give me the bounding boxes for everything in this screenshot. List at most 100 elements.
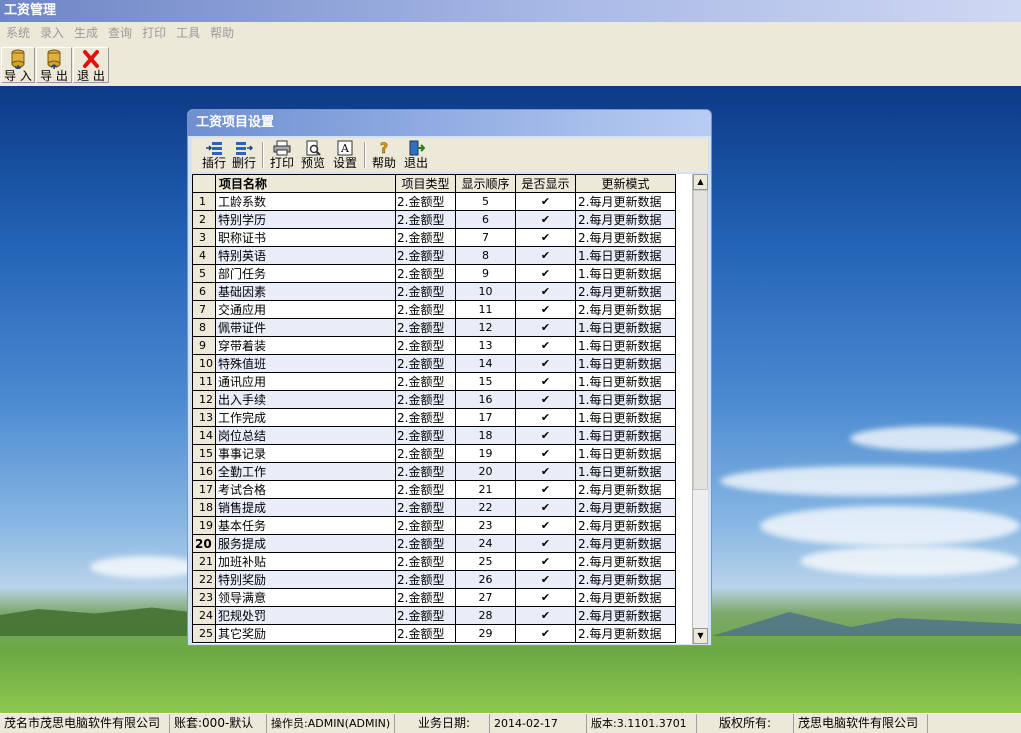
row-number[interactable]: 2 (192, 210, 216, 229)
table-row[interactable]: 21 加班补贴 2.金额型 25 ✔ 2.每月更新数据 (192, 552, 676, 571)
cell-item-name[interactable]: 穿带着装 (215, 336, 396, 355)
insert-row-button[interactable]: 插行 (200, 139, 228, 171)
exit-button[interactable]: 退 出 (73, 47, 109, 83)
table-row[interactable]: 22 特别奖励 2.金额型 26 ✔ 2.每月更新数据 (192, 570, 676, 589)
column-header-order[interactable]: 显示顺序 (455, 174, 516, 193)
cell-update-mode[interactable]: 2.每月更新数据 (575, 498, 676, 517)
preview-button[interactable]: 预览 (299, 139, 327, 171)
table-row[interactable]: 14 岗位总结 2.金额型 18 ✔ 1.每日更新数据 (192, 426, 676, 445)
table-row[interactable]: 3 职称证书 2.金额型 7 ✔ 2.每月更新数据 (192, 228, 676, 247)
cell-display-order[interactable]: 10 (455, 282, 516, 301)
cell-visible-check[interactable]: ✔ (515, 480, 576, 499)
cell-update-mode[interactable]: 1.每日更新数据 (575, 246, 676, 265)
table-row[interactable]: 11 通讯应用 2.金额型 15 ✔ 1.每日更新数据 (192, 372, 676, 391)
table-row[interactable]: 1 工龄系数 2.金额型 5 ✔ 2.每月更新数据 (192, 192, 676, 211)
cell-visible-check[interactable]: ✔ (515, 192, 576, 211)
cell-display-order[interactable]: 27 (455, 588, 516, 607)
cell-visible-check[interactable]: ✔ (515, 408, 576, 427)
scroll-up-button[interactable]: ▲ (693, 174, 708, 190)
cell-visible-check[interactable]: ✔ (515, 336, 576, 355)
cell-display-order[interactable]: 22 (455, 498, 516, 517)
cell-display-order[interactable]: 11 (455, 300, 516, 319)
row-number[interactable]: 4 (192, 246, 216, 265)
table-row[interactable]: 8 佩带证件 2.金额型 12 ✔ 1.每日更新数据 (192, 318, 676, 337)
cell-display-order[interactable]: 18 (455, 426, 516, 445)
cell-display-order[interactable]: 12 (455, 318, 516, 337)
cell-visible-check[interactable]: ✔ (515, 282, 576, 301)
cell-item-type[interactable]: 2.金额型 (395, 390, 456, 409)
cell-item-name[interactable]: 犯规处罚 (215, 606, 396, 625)
row-number[interactable]: 14 (192, 426, 216, 445)
cell-item-name[interactable]: 特别奖励 (215, 570, 396, 589)
row-number[interactable]: 20 (192, 534, 216, 553)
cell-update-mode[interactable]: 1.每日更新数据 (575, 264, 676, 283)
cell-item-type[interactable]: 2.金额型 (395, 462, 456, 481)
cell-item-type[interactable]: 2.金额型 (395, 570, 456, 589)
cell-item-type[interactable]: 2.金额型 (395, 246, 456, 265)
row-number[interactable]: 11 (192, 372, 216, 391)
cell-item-name[interactable]: 事事记录 (215, 444, 396, 463)
cell-item-type[interactable]: 2.金额型 (395, 534, 456, 553)
cell-item-name[interactable]: 岗位总结 (215, 426, 396, 445)
cell-visible-check[interactable]: ✔ (515, 300, 576, 319)
menu-tools[interactable]: 工具 (176, 26, 200, 40)
table-row[interactable]: 23 领导满意 2.金额型 27 ✔ 2.每月更新数据 (192, 588, 676, 607)
cell-item-name[interactable]: 通讯应用 (215, 372, 396, 391)
cell-visible-check[interactable]: ✔ (515, 624, 576, 643)
row-number[interactable]: 1 (192, 192, 216, 211)
table-row[interactable]: 6 基础因素 2.金额型 10 ✔ 2.每月更新数据 (192, 282, 676, 301)
cell-item-type[interactable]: 2.金额型 (395, 606, 456, 625)
row-number[interactable]: 17 (192, 480, 216, 499)
row-number[interactable]: 12 (192, 390, 216, 409)
row-number[interactable]: 3 (192, 228, 216, 247)
cell-item-name[interactable]: 工龄系数 (215, 192, 396, 211)
cell-visible-check[interactable]: ✔ (515, 588, 576, 607)
cell-update-mode[interactable]: 2.每月更新数据 (575, 570, 676, 589)
cell-item-name[interactable]: 基础因素 (215, 282, 396, 301)
cell-item-name[interactable]: 部门任务 (215, 264, 396, 283)
cell-update-mode[interactable]: 1.每日更新数据 (575, 354, 676, 373)
cell-item-type[interactable]: 2.金额型 (395, 552, 456, 571)
cell-display-order[interactable]: 24 (455, 534, 516, 553)
cell-display-order[interactable]: 14 (455, 354, 516, 373)
cell-update-mode[interactable]: 1.每日更新数据 (575, 390, 676, 409)
cell-item-type[interactable]: 2.金额型 (395, 354, 456, 373)
table-row[interactable]: 18 销售提成 2.金额型 22 ✔ 2.每月更新数据 (192, 498, 676, 517)
cell-update-mode[interactable]: 2.每月更新数据 (575, 228, 676, 247)
cell-item-name[interactable]: 交通应用 (215, 300, 396, 319)
row-number[interactable]: 18 (192, 498, 216, 517)
row-number[interactable]: 7 (192, 300, 216, 319)
cell-item-type[interactable]: 2.金额型 (395, 426, 456, 445)
row-number[interactable]: 15 (192, 444, 216, 463)
salary-items-grid[interactable]: 项目名称 项目类型 显示顺序 是否显示 更新模式 1 工龄系数 2.金额型 5 ✔ 2.每… (192, 174, 708, 644)
cell-update-mode[interactable]: 1.每日更新数据 (575, 426, 676, 445)
export-button[interactable]: 导 出 (36, 47, 72, 83)
table-row[interactable]: 16 全勤工作 2.金额型 20 ✔ 1.每日更新数据 (192, 462, 676, 481)
cell-item-type[interactable]: 2.金额型 (395, 210, 456, 229)
scroll-down-button[interactable]: ▼ (693, 628, 708, 644)
cell-item-name[interactable]: 工作完成 (215, 408, 396, 427)
row-number[interactable]: 9 (192, 336, 216, 355)
table-row[interactable]: 25 其它奖励 2.金额型 29 ✔ 2.每月更新数据 (192, 624, 676, 643)
cell-visible-check[interactable]: ✔ (515, 462, 576, 481)
cell-update-mode[interactable]: 2.每月更新数据 (575, 606, 676, 625)
settings-button[interactable]: A 设置 (331, 139, 359, 171)
cell-display-order[interactable]: 17 (455, 408, 516, 427)
table-row[interactable]: 17 考试合格 2.金额型 21 ✔ 2.每月更新数据 (192, 480, 676, 499)
row-number[interactable]: 10 (192, 354, 216, 373)
row-number[interactable]: 23 (192, 588, 216, 607)
cell-update-mode[interactable]: 2.每月更新数据 (575, 300, 676, 319)
table-row[interactable]: 19 基本任务 2.金额型 23 ✔ 2.每月更新数据 (192, 516, 676, 535)
column-header-type[interactable]: 项目类型 (395, 174, 456, 193)
cell-display-order[interactable]: 23 (455, 516, 516, 535)
table-row[interactable]: 12 出入手续 2.金额型 16 ✔ 1.每日更新数据 (192, 390, 676, 409)
cell-item-name[interactable]: 加班补贴 (215, 552, 396, 571)
row-number[interactable]: 8 (192, 318, 216, 337)
table-row[interactable]: 20 服务提成 2.金额型 24 ✔ 2.每月更新数据 (192, 534, 676, 553)
column-header-name[interactable]: 项目名称 (215, 174, 396, 193)
cell-item-name[interactable]: 特殊值班 (215, 354, 396, 373)
cell-update-mode[interactable]: 1.每日更新数据 (575, 462, 676, 481)
cell-display-order[interactable]: 25 (455, 552, 516, 571)
cell-display-order[interactable]: 15 (455, 372, 516, 391)
cell-visible-check[interactable]: ✔ (515, 552, 576, 571)
